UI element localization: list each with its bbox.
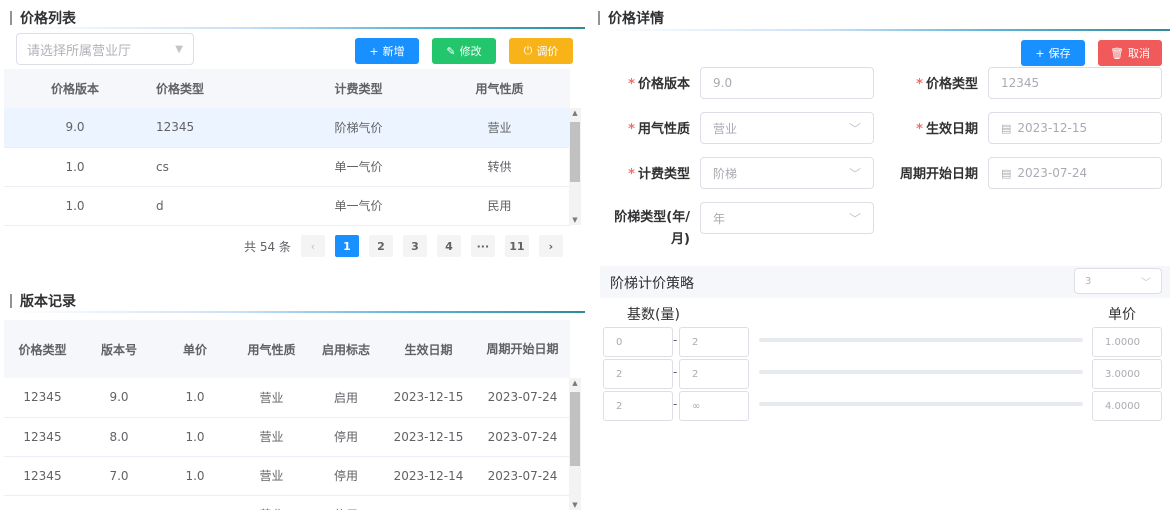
cancel-button[interactable]: 🗑 取消 (1098, 40, 1162, 66)
price-table-scrollbar[interactable]: ▲ ▼ (569, 108, 581, 225)
col-header[interactable]: 价格类型 (4, 320, 81, 378)
calendar-icon: ▤ (1001, 166, 1012, 180)
chevron-down-icon: ﹀ (848, 211, 861, 226)
table-row[interactable]: 12345 7.0 1.0 营业 停用 2023-12-14 2023-07-2… (4, 456, 570, 496)
tier-to-input[interactable]: ∞ (679, 391, 749, 421)
branch-select[interactable]: 请选择所属营业厅 ▼ (16, 33, 194, 65)
chevron-down-icon: ▼ (175, 43, 183, 55)
table-row[interactable]: 1.0 d 单一气价 民用 (4, 186, 570, 226)
table-row[interactable]: 1.0 cs 单一气价 转供 (4, 147, 570, 187)
plus-icon: + (1035, 46, 1045, 60)
tier-bar (759, 402, 1083, 406)
col-header[interactable]: 价格版本 (4, 69, 146, 108)
base-quantity-header: 基数(量) (627, 307, 680, 323)
tier-to-input[interactable]: 2 (679, 327, 749, 357)
total-count: 共 54 条 (244, 239, 291, 254)
title-bar (10, 294, 12, 308)
next-page-button[interactable]: › (538, 235, 563, 257)
scroll-up-icon[interactable]: ▲ (569, 109, 581, 117)
col-header[interactable]: 价格类型 (146, 69, 288, 108)
power-icon: ⏻ (523, 44, 533, 57)
col-header[interactable]: 计费类型 (288, 69, 429, 108)
version-record-underline (10, 311, 585, 313)
title-bar (10, 11, 12, 25)
col-header[interactable]: 版本号 (81, 320, 157, 378)
pencil-icon: ✎ (446, 44, 456, 58)
price-type-label: * 价格类型 (916, 77, 978, 92)
scroll-down-icon[interactable]: ▼ (569, 501, 581, 509)
more-pages-button[interactable]: ··· (470, 235, 495, 257)
tier-price-input[interactable]: 1.0000 (1092, 327, 1162, 357)
save-button[interactable]: + 保存 (1021, 40, 1085, 66)
cycle-start-label: 周期开始日期 (899, 167, 978, 182)
edit-button[interactable]: ✎ 修改 (432, 38, 496, 64)
page-button[interactable]: 1 (334, 235, 359, 257)
range-dash: - (673, 333, 678, 347)
version-table: 价格类型 版本号 单价 用气性质 启用标志 生效日期 周期开始日期 12345 … (4, 320, 570, 515)
col-header[interactable]: 单价 (157, 320, 233, 378)
scroll-thumb[interactable] (570, 392, 580, 466)
gas-nature-select[interactable]: 营业 ﹀ (700, 112, 874, 144)
chevron-down-icon: ﹀ (1141, 277, 1151, 289)
col-header[interactable]: 用气性质 (233, 320, 310, 378)
col-header[interactable]: 启用标志 (310, 320, 382, 378)
price-type-input[interactable]: 12345 (988, 67, 1162, 99)
page-button[interactable]: 4 (436, 235, 461, 257)
version-record-title: 版本记录 (10, 291, 76, 311)
tier-price-input[interactable]: 4.0000 (1092, 391, 1162, 421)
gas-nature-label: * 用气性质 (628, 122, 690, 137)
scroll-down-icon[interactable]: ▼ (569, 216, 581, 224)
scroll-thumb[interactable] (570, 122, 580, 182)
adjust-price-button[interactable]: ⏻ 调价 (509, 38, 573, 64)
page-button[interactable]: 3 (402, 235, 427, 257)
tier-from-input[interactable]: 0 (603, 327, 673, 357)
tier-from-input[interactable]: 2 (603, 359, 673, 389)
price-list-title: 价格列表 (10, 8, 76, 28)
col-header[interactable]: 生效日期 (382, 320, 475, 378)
chevron-down-icon: ﹀ (848, 166, 861, 181)
table-clip (0, 510, 590, 515)
price-list-underline (10, 27, 585, 29)
range-dash: - (673, 397, 678, 411)
price-detail-underline (598, 29, 1170, 31)
page-button[interactable]: 2 (368, 235, 393, 257)
price-version-input[interactable]: 9.0 (700, 67, 874, 99)
add-button[interactable]: + 新增 (355, 38, 419, 64)
tier-strategy-title: 阶梯计价策略 (610, 276, 694, 292)
price-detail-title: 价格详情 (598, 8, 664, 28)
cycle-start-picker[interactable]: ▤ 2023-07-24 (988, 157, 1162, 189)
tier-price-input[interactable]: 3.0000 (1092, 359, 1162, 389)
title-bar (598, 11, 600, 25)
col-header[interactable]: 周期开始日期 (475, 320, 570, 378)
effective-date-picker[interactable]: ▤ 2023-12-15 (988, 112, 1162, 144)
tier-count-select[interactable]: 3 ﹀ (1074, 268, 1162, 294)
billing-type-label: * 计费类型 (628, 167, 690, 182)
price-table: 价格版本 价格类型 计费类型 用气性质 9.0 12345 阶梯气价 营业 1.… (4, 69, 570, 226)
table-row[interactable]: 9.0 12345 阶梯气价 营业 (4, 108, 570, 148)
tier-type-label: 阶梯类型(年/月) (614, 210, 690, 247)
scroll-up-icon[interactable]: ▲ (569, 379, 581, 387)
tier-bar (759, 370, 1083, 374)
trash-icon: 🗑 (1110, 46, 1124, 60)
plus-icon: + (369, 44, 379, 58)
chevron-down-icon: ﹀ (848, 121, 861, 136)
table-row[interactable]: 12345 9.0 1.0 营业 启用 2023-12-15 2023-07-2… (4, 378, 570, 418)
billing-type-select[interactable]: 阶梯 ﹀ (700, 157, 874, 189)
prev-page-button[interactable]: ‹ (300, 235, 325, 257)
page-button[interactable]: 11 (504, 235, 529, 257)
tier-bar (759, 338, 1083, 342)
pagination: 共 54 条 ‹ 1 2 3 4 ··· 11 › (244, 235, 563, 257)
col-header[interactable]: 用气性质 (429, 69, 570, 108)
effective-date-label: * 生效日期 (916, 122, 978, 137)
unit-price-header: 单价 (1108, 307, 1136, 323)
tier-from-input[interactable]: 2 (603, 391, 673, 421)
price-version-label: * 价格版本 (628, 77, 690, 92)
tier-to-input[interactable]: 2 (679, 359, 749, 389)
version-table-scrollbar[interactable]: ▲ ▼ (569, 378, 581, 510)
calendar-icon: ▤ (1001, 121, 1012, 135)
table-row[interactable]: 12345 8.0 1.0 营业 停用 2023-12-15 2023-07-2… (4, 417, 570, 457)
tier-type-select[interactable]: 年 ﹀ (700, 202, 874, 234)
range-dash: - (673, 365, 678, 379)
